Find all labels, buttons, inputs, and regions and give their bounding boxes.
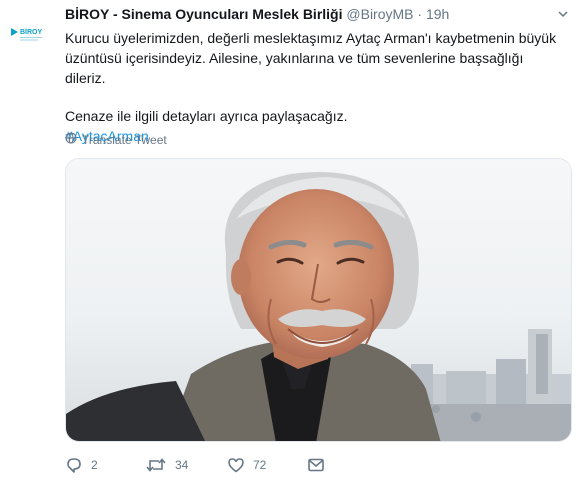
portrait-photo — [66, 159, 571, 441]
retweet-count: 34 — [175, 458, 189, 472]
reply-icon — [65, 456, 83, 474]
translate-label: Translate Tweet — [82, 132, 167, 147]
tweet-paragraph: Cenaze ile ilgili detayları ayrıca payla… — [65, 108, 348, 124]
biroy-logo: BİROY — [11, 28, 43, 41]
tweet-header: BİROY - Sinema Oyuncuları Meslek Birliği… — [65, 6, 568, 22]
reply-count: 2 — [91, 458, 98, 472]
message-icon — [307, 456, 325, 474]
like-button[interactable]: 72 — [227, 456, 266, 474]
author-avatar[interactable]: BİROY — [8, 11, 52, 55]
author-name[interactable]: BİROY - Sinema Oyuncuları Meslek Birliği — [65, 6, 343, 22]
like-count: 72 — [253, 458, 267, 472]
header-separator: · — [417, 6, 423, 22]
svg-text:BİROY: BİROY — [20, 28, 43, 36]
retweet-button[interactable]: 34 — [145, 456, 188, 474]
chevron-down-icon[interactable] — [557, 7, 569, 23]
tweet-text: Kurucu üyelerimizden, değerli meslektaşı… — [65, 28, 565, 146]
tweet-photo[interactable] — [65, 158, 572, 442]
retweet-icon — [145, 456, 167, 474]
tweet-card: BİROY BİROY - Sinema Oyuncuları Meslek B… — [0, 0, 579, 491]
tweet-timestamp[interactable]: 19h — [426, 6, 449, 22]
like-icon — [227, 456, 245, 474]
author-handle[interactable]: @BiroyMB — [346, 6, 413, 22]
translate-tweet-link[interactable]: Translate Tweet — [65, 132, 167, 147]
tweet-paragraph: Kurucu üyelerimizden, değerli meslektaşı… — [65, 30, 557, 86]
direct-message-button[interactable] — [307, 456, 325, 474]
globe-icon — [65, 132, 77, 147]
reply-button[interactable]: 2 — [65, 456, 98, 474]
